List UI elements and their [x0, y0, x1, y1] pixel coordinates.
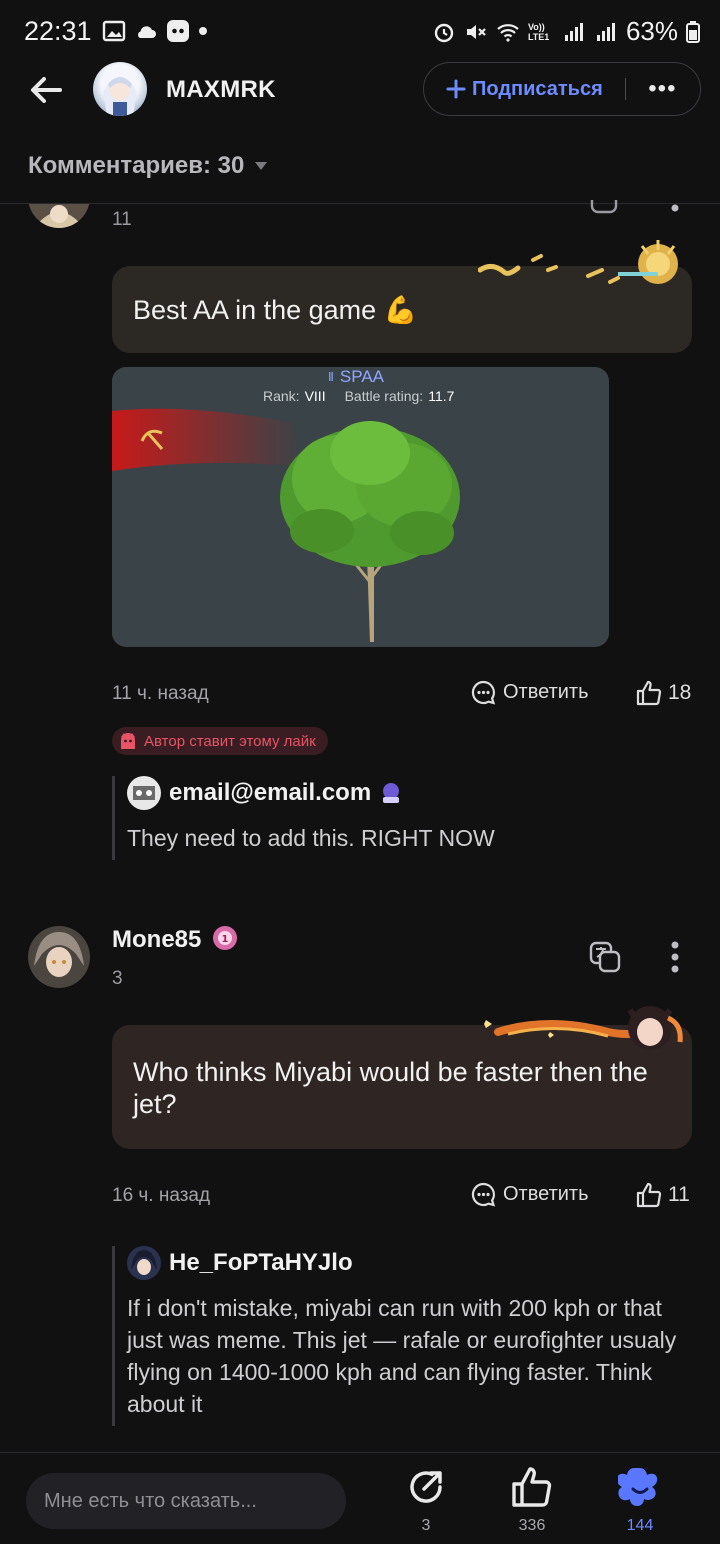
thumbs-up-icon: [636, 1182, 662, 1208]
share-icon: [410, 1471, 442, 1503]
post-like-button[interactable]: 336: [510, 1465, 554, 1535]
like-count: 18: [668, 681, 692, 704]
creature-icon: [121, 733, 135, 749]
author-name[interactable]: MAXMRK: [166, 76, 276, 104]
reply-author-name[interactable]: email@email.com: [169, 779, 371, 807]
reaction-count: 144: [626, 1517, 654, 1534]
alarm-icon: [434, 23, 454, 42]
bottom-bar: Мне есть что сказать... 3 336 144: [0, 1452, 720, 1544]
reply-label: Ответить: [503, 681, 589, 703]
reaction-flower-icon: [618, 1468, 658, 1506]
signal-icon-2: [596, 22, 615, 41]
vehicle-stats: Rank: VIII Battle rating: 11.7: [263, 388, 454, 404]
br-value: 11.7: [428, 388, 455, 404]
commenter-level: 3: [112, 968, 123, 989]
author-like-label: Автор ставит этому лайк: [144, 732, 316, 750]
reply-text: They need to add this. RIGHT NOW: [127, 825, 495, 851]
commenter-avatar[interactable]: [28, 926, 90, 988]
translate-icon[interactable]: [589, 941, 621, 973]
share-count: 3: [421, 1517, 431, 1534]
reply-header: email@email.com: [127, 776, 495, 810]
more-options-button[interactable]: •••: [648, 75, 676, 103]
status-bar: 22:31 Vo)) LTE1 63%: [0, 0, 720, 62]
comment-more-icon[interactable]: [670, 203, 680, 213]
nested-reply[interactable]: email@email.com They need to add this. R…: [112, 776, 495, 860]
commenter-name[interactable]: Mone85: [112, 926, 201, 954]
bubble-decoration-icon: [484, 1006, 683, 1050]
gallery-icon: [102, 20, 126, 42]
wifi-icon: [497, 23, 519, 42]
post-like-count: 336: [518, 1517, 546, 1534]
top-bar: MAXMRK Подписаться •••: [0, 62, 720, 126]
subscribe-pill: Подписаться •••: [423, 62, 701, 116]
rank-badge-icon: 1: [213, 926, 237, 950]
comment-image[interactable]: Ⅱ SPAA Rank: VIII Battle rating: 11.7: [112, 367, 609, 647]
battery-percent: 63%: [625, 16, 678, 46]
reply-text: If i don't mistake, miyabi can run with …: [127, 1295, 677, 1417]
comment-input[interactable]: Мне есть что сказать...: [26, 1473, 346, 1529]
signal-icon: [564, 22, 583, 41]
comments-count[interactable]: Комментариев: 30: [28, 152, 268, 180]
volte-label: Vo)) LTE1: [527, 21, 550, 42]
reply-bubble-icon: [471, 680, 496, 705]
translate-icon[interactable]: [590, 200, 620, 214]
category-icon: Ⅱ: [328, 370, 334, 384]
reply-author-name[interactable]: He_FoPTaHYJlo: [169, 1249, 353, 1277]
thumbs-up-icon: [636, 680, 662, 706]
system-icons: Vo)) LTE1 63%: [432, 16, 700, 47]
rank-value: VIII: [304, 388, 326, 404]
battery-icon: [686, 20, 700, 43]
br-label: Battle rating:: [344, 388, 424, 404]
vehicle-category: Ⅱ SPAA: [328, 367, 384, 387]
plus-icon: [446, 79, 466, 99]
reaction-button[interactable]: 144: [618, 1465, 662, 1535]
subscribe-label: Подписаться: [472, 77, 603, 100]
reply-avatar[interactable]: [127, 1246, 161, 1280]
bubble-decoration-icon: [478, 240, 678, 284]
comment-input-placeholder: Мне есть что сказать...: [44, 1489, 257, 1512]
share-button[interactable]: 3: [404, 1465, 448, 1535]
comment-more-icon[interactable]: [670, 941, 680, 973]
comment-text: Who thinks Miyabi would be faster then t…: [133, 1057, 648, 1119]
thumbs-up-icon: [512, 1467, 552, 1507]
reply-bubble-icon: [471, 1182, 496, 1207]
mute-icon: [466, 24, 486, 39]
comments-count-label: Комментариев: 30: [28, 152, 245, 179]
app-notification-icon: [167, 20, 189, 42]
reply-header: He_FoPTaHYJlo: [127, 1246, 692, 1280]
badge-icon: [383, 783, 400, 803]
reply-avatar[interactable]: [127, 776, 161, 810]
reply-label: Ответить: [503, 1183, 589, 1205]
like-button[interactable]: 11: [636, 1182, 690, 1208]
svg-text:1: 1: [222, 934, 229, 945]
author-avatar[interactable]: [93, 62, 147, 116]
reply-button[interactable]: Ответить: [470, 679, 589, 706]
pill-divider: [624, 78, 627, 100]
status-time: 22:31: [24, 16, 92, 46]
reply-button[interactable]: Ответить: [470, 1181, 589, 1208]
subscribe-button[interactable]: Подписаться: [446, 78, 603, 101]
like-button[interactable]: 18: [636, 680, 691, 706]
nested-reply[interactable]: He_FoPTaHYJlo If i don't mistake, miyabi…: [112, 1246, 692, 1426]
back-arrow-icon[interactable]: [26, 70, 66, 110]
commenter-level: 11: [112, 209, 132, 230]
author-like-badge: Автор ставит этому лайк: [112, 727, 328, 755]
comment-time: 16 ч. назад: [112, 1185, 211, 1206]
cloud-icon: [138, 26, 156, 38]
comment-text: Best AA in the game 💪: [133, 294, 418, 325]
category-label: SPAA: [339, 367, 384, 386]
like-count: 11: [668, 1183, 690, 1206]
rank-label: Rank:: [263, 388, 300, 404]
comment-time: 11 ч. назад: [112, 683, 209, 704]
notification-icons: [102, 19, 208, 43]
chevron-down-icon: [255, 162, 268, 170]
dot-icon: [199, 27, 207, 35]
